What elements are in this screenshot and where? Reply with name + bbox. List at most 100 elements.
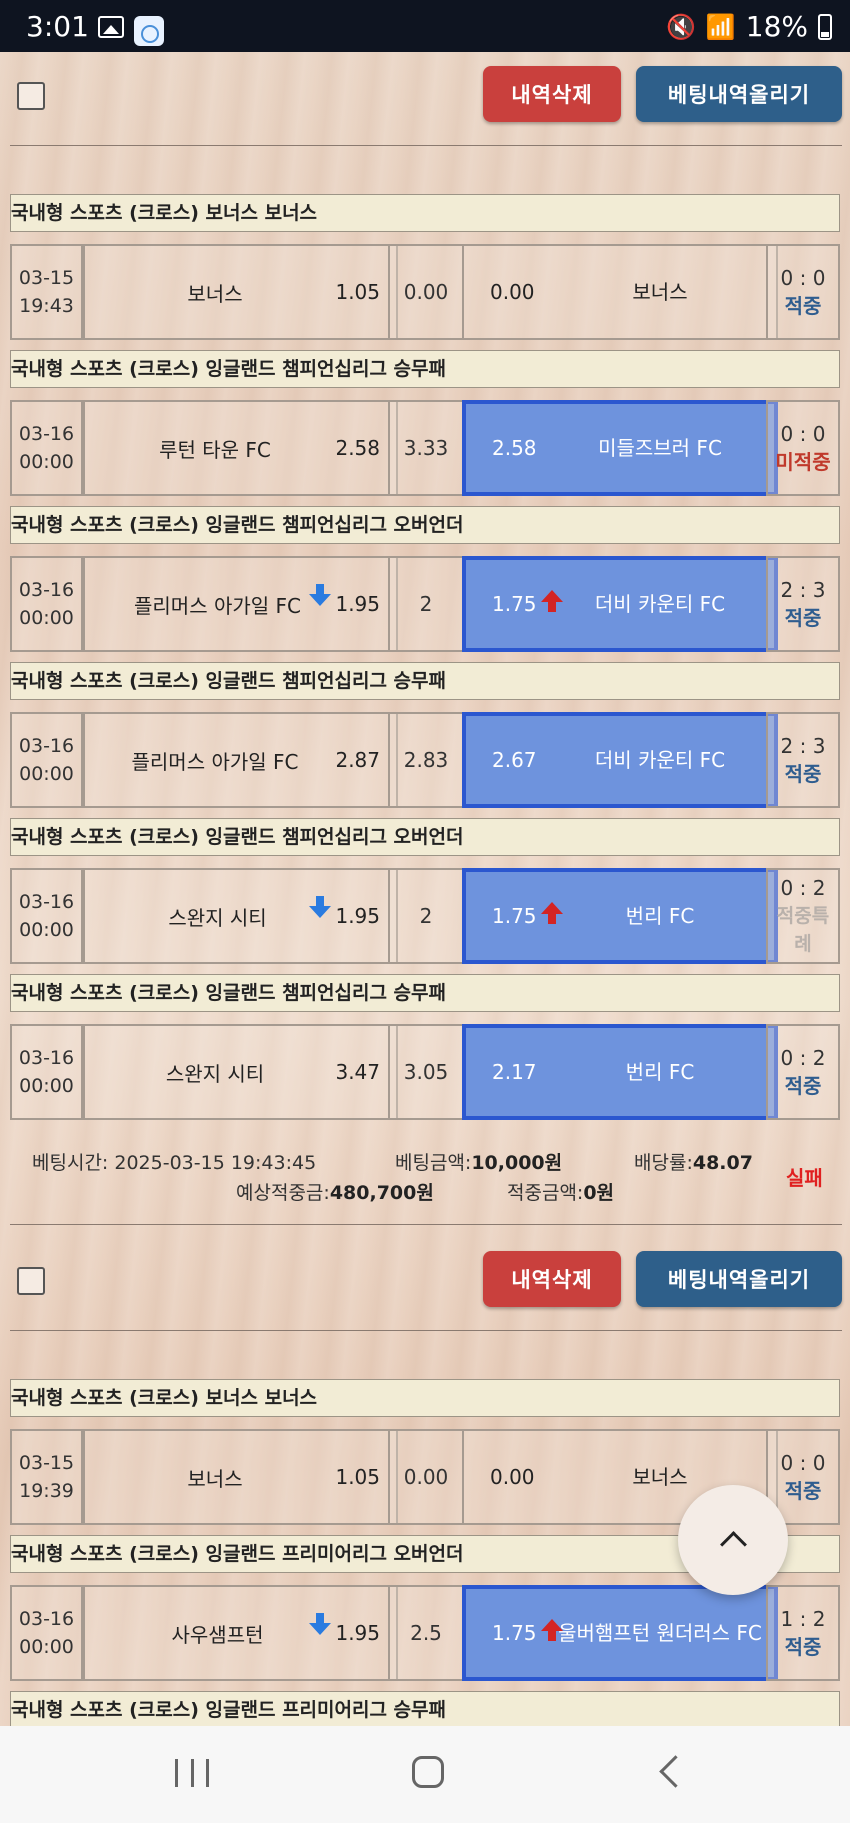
under-pick-selected[interactable]: 1.75 더비 카운티 FC xyxy=(462,556,778,652)
home-team: 사우샘프턴 xyxy=(171,1622,264,1647)
draw-pick[interactable]: 3.33 xyxy=(388,400,464,496)
score-result: 0 : 0 적중 xyxy=(766,244,840,340)
over-pick[interactable]: 스완지 시티 1.95 xyxy=(83,868,398,964)
slip-toolbar: 내역삭제 베팅내역올리기 xyxy=(0,52,850,152)
game-header: 국내형 스포츠 (크로스) 잉글랜드 챔피언십리그 승무패 xyxy=(10,350,840,388)
upload-bet-history-button[interactable]: 베팅내역올리기 xyxy=(636,1251,842,1307)
delete-history-button[interactable]: 내역삭제 xyxy=(483,1251,621,1307)
away-odds: 1.75 xyxy=(492,592,537,616)
score: 0 : 0 xyxy=(780,422,826,446)
match-datetime: 03-16 00:00 xyxy=(10,400,83,496)
draw-pick[interactable]: 3.05 xyxy=(388,1024,464,1120)
result-label: 적중 xyxy=(784,1479,822,1503)
bet-slip-2: 내역삭제 베팅내역올리기 국내형 스포츠 (크로스) 보너스 보너스 03-15… xyxy=(0,1237,850,1729)
score-result: 1 : 2 적중 xyxy=(766,1585,840,1681)
match-datetime: 03-15 19:43 xyxy=(10,244,83,340)
odds-down-arrow-icon xyxy=(309,584,332,606)
away-team: 더비 카운티 FC xyxy=(594,748,726,772)
slip-checkbox[interactable] xyxy=(17,1267,45,1295)
away-team: 번리 FC xyxy=(625,904,695,928)
away-team: 미들즈브러 FC xyxy=(598,436,722,460)
score-result: 2 : 3 적중 xyxy=(766,712,840,808)
back-icon[interactable] xyxy=(659,1755,692,1788)
bet-slip-1: 내역삭제 베팅내역올리기 국내형 스포츠 (크로스) 보너스 보너스 03-15… xyxy=(0,52,850,1225)
bet-time: 베팅시간: 2025-03-15 19:43:45 xyxy=(32,1152,317,1174)
match-datetime: 03-16 00:00 xyxy=(10,556,83,652)
divider xyxy=(10,1330,842,1331)
battery-percent: 18% xyxy=(745,10,808,43)
draw-pick[interactable]: 0.00 xyxy=(388,244,464,340)
line-value: 2 xyxy=(388,556,464,652)
away-team: 더비 카운티 FC xyxy=(594,592,726,616)
home-pick[interactable]: 루턴 타운 FC 2.58 xyxy=(83,400,398,496)
over-pick[interactable]: 사우샘프턴 1.95 xyxy=(83,1585,398,1681)
home-odds: 1.05 xyxy=(335,1465,380,1489)
away-odds: 1.75 xyxy=(492,1621,537,1645)
app-notification-icon xyxy=(134,16,164,46)
game-header: 국내형 스포츠 (크로스) 보너스 보너스 xyxy=(10,1379,840,1417)
score: 0 : 0 xyxy=(780,1451,826,1475)
recent-apps-icon[interactable] xyxy=(175,1759,209,1787)
match-datetime: 03-16 00:00 xyxy=(10,1585,83,1681)
away-odds: 1.75 xyxy=(492,904,537,928)
score: 1 : 2 xyxy=(780,1607,826,1631)
divider xyxy=(10,1224,842,1225)
score-result: 2 : 3 적중 xyxy=(766,556,840,652)
line-value: 2.5 xyxy=(388,1585,464,1681)
odds-down-arrow-icon xyxy=(309,896,332,918)
home-team: 보너스 xyxy=(187,281,243,306)
away-pick-selected[interactable]: 2.67 더비 카운티 FC xyxy=(462,712,778,808)
draw-pick[interactable]: 2.83 xyxy=(388,712,464,808)
under-pick-selected[interactable]: 1.75 번리 FC xyxy=(462,868,778,964)
over-pick[interactable]: 플리머스 아가일 FC 1.95 xyxy=(83,556,398,652)
under-pick-selected[interactable]: 1.75 울버햄프턴 원더러스 FC xyxy=(462,1585,778,1681)
away-team: 울버햄프턴 원더러스 FC xyxy=(558,1621,762,1645)
battery-icon xyxy=(818,13,832,40)
delete-history-button[interactable]: 내역삭제 xyxy=(483,66,621,122)
upload-bet-history-button[interactable]: 베팅내역올리기 xyxy=(636,66,842,122)
away-pick[interactable]: 0.00 보너스 xyxy=(462,244,778,340)
status-bar: 3:01 🔇 📶 18% xyxy=(0,0,850,52)
game-row: 03-16 00:00 스완지 시티 3.47 3.05 2.17 번리 FC 0 :… xyxy=(10,1024,840,1120)
home-odds: 2.58 xyxy=(335,436,380,460)
game-row: 03-16 00:00 사우샘프턴 1.95 2.5 1.75 울버햄프턴 원더러스 … xyxy=(10,1585,840,1681)
match-datetime: 03-16 00:00 xyxy=(10,1024,83,1120)
score: 2 : 3 xyxy=(780,734,826,758)
home-pick[interactable]: 플리머스 아가일 FC 2.87 xyxy=(83,712,398,808)
odds-down-arrow-icon xyxy=(309,1613,332,1635)
score: 0 : 2 xyxy=(780,1046,826,1070)
home-team: 보너스 xyxy=(187,1466,243,1491)
system-navigation-bar xyxy=(0,1726,850,1823)
divider xyxy=(10,145,842,146)
home-pick[interactable]: 보너스 1.05 xyxy=(83,1429,398,1525)
home-team: 스완지 시티 xyxy=(168,905,267,930)
home-team: 플리머스 아가일 FC xyxy=(131,749,299,774)
slip-status: 실패 xyxy=(786,1166,823,1190)
slip-checkbox[interactable] xyxy=(17,82,45,110)
wifi-icon: 📶 xyxy=(705,12,736,41)
away-team: 보너스 xyxy=(632,280,688,304)
away-pick-selected[interactable]: 2.17 번리 FC xyxy=(462,1024,778,1120)
home-icon[interactable] xyxy=(412,1756,444,1788)
chevron-up-icon xyxy=(719,1530,747,1558)
score-result: 0 : 2 적중 xyxy=(766,1024,840,1120)
game-row: 03-16 00:00 루턴 타운 FC 2.58 3.33 2.58 미들즈브러 F… xyxy=(10,400,840,496)
game-row: 03-16 00:00 스완지 시티 1.95 2 1.75 번리 FC 0 : 2 적… xyxy=(10,868,840,964)
match-datetime: 03-16 00:00 xyxy=(10,712,83,808)
result-label: 적중 xyxy=(784,762,822,786)
line-value: 2 xyxy=(388,868,464,964)
game-row: 03-15 19:43 보너스 1.05 0.00 0.00 보너스 0 : 0 적중 xyxy=(10,244,840,340)
away-pick-selected[interactable]: 2.58 미들즈브러 FC xyxy=(462,400,778,496)
scroll-to-top-button[interactable] xyxy=(678,1485,788,1595)
home-pick[interactable]: 스완지 시티 3.47 xyxy=(83,1024,398,1120)
result-label: 적중 xyxy=(784,1074,822,1098)
home-pick[interactable]: 보너스 1.05 xyxy=(83,244,398,340)
result-label: 적중 xyxy=(784,294,822,318)
status-time: 3:01 xyxy=(26,10,89,43)
draw-pick[interactable]: 0.00 xyxy=(388,1429,464,1525)
away-odds: 0.00 xyxy=(490,280,535,304)
match-datetime: 03-15 19:39 xyxy=(10,1429,83,1525)
result-label: 적중 xyxy=(784,606,822,630)
game-header: 국내형 스포츠 (크로스) 잉글랜드 챔피언십리그 오버언더 xyxy=(10,506,840,544)
away-odds: 2.67 xyxy=(492,748,537,772)
